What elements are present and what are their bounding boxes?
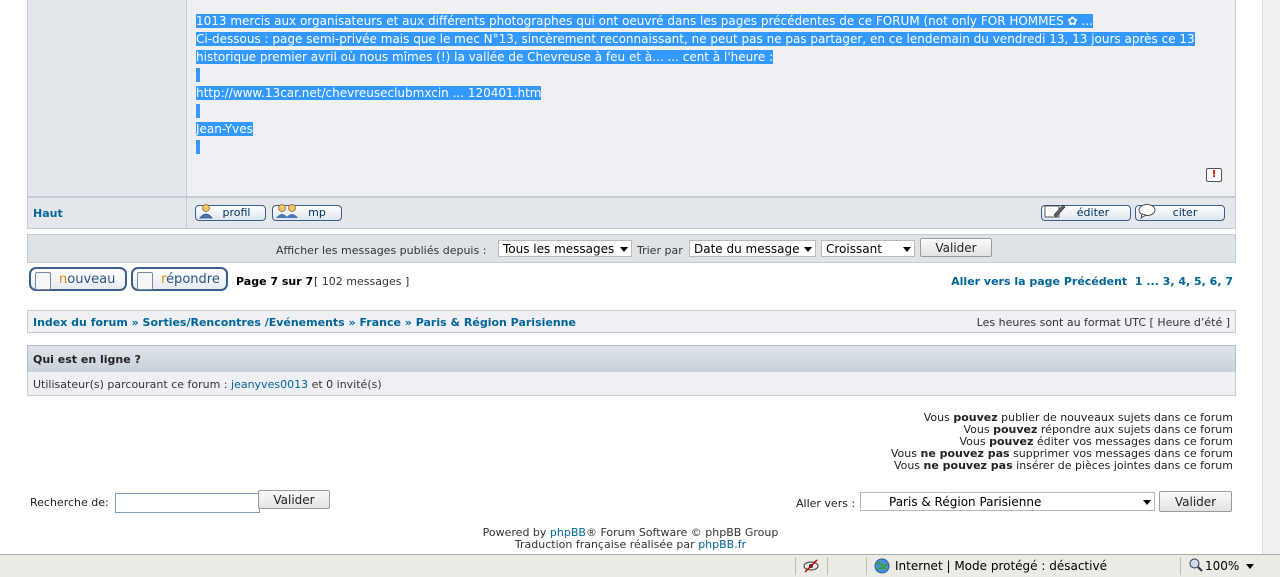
report-icon[interactable]: ! <box>1206 168 1222 182</box>
post-actions-bar: Haut profil mp éditer citer <box>27 197 1236 229</box>
smiley-icon: ✿ <box>1063 14 1078 28</box>
who-is-online-body: Utilisateur(s) parcourant ce forum : jea… <box>27 372 1236 396</box>
post-signature: Jean-Yves <box>196 122 253 136</box>
post-line-2: Ci-dessous : page semi-privée mais que l… <box>196 32 1195 46</box>
back-to-top-link[interactable]: Haut <box>33 207 63 220</box>
timezone-info: Les heures sont au format UTC [ Heure d’… <box>976 316 1230 329</box>
post-line-3: historique premier avril où nous mîmes (… <box>196 50 774 64</box>
phpbb-fr-link[interactable]: phpBB.fr <box>698 538 746 551</box>
breadcrumb-links[interactable]: Index du forum » Sorties/Rencontres /Evé… <box>33 316 576 329</box>
private-message-button[interactable]: mp <box>272 204 342 221</box>
edit-icon <box>1044 204 1066 218</box>
sort-label: Trier par <box>637 244 683 257</box>
post-line-1: 1013 mercis aux organisateurs et aux dif… <box>196 14 1064 28</box>
search-input[interactable] <box>115 493 260 513</box>
filter-submit-button[interactable]: Valider <box>920 238 992 257</box>
who-is-online-header: Qui est en ligne ? <box>27 345 1236 373</box>
order-select[interactable]: Croissant <box>821 240 915 257</box>
user-icon <box>199 204 213 219</box>
document-icon <box>137 272 153 290</box>
post-link[interactable]: http://www.13car.net/chevreuseclubmxcin … <box>196 86 542 100</box>
search-label: Recherche de: <box>30 496 109 509</box>
chevron-down-icon <box>620 247 628 252</box>
browser-status-bar: Internet | Mode protégé : désactivé 100% <box>0 554 1280 577</box>
globe-icon <box>874 558 890 574</box>
reply-button[interactable]: répondre <box>131 267 228 291</box>
search-submit-button[interactable]: Valider <box>258 490 330 509</box>
security-zone: Internet | Mode protégé : désactivé <box>895 559 1107 573</box>
jump-submit-button[interactable]: Valider <box>1159 491 1232 512</box>
zoom-level[interactable]: 100% <box>1205 559 1239 573</box>
profile-button[interactable]: profil <box>195 204 266 221</box>
messages-count: [ 102 messages ] <box>314 275 410 288</box>
chevron-down-icon <box>1143 500 1151 505</box>
new-topic-button[interactable]: nouveau <box>29 267 127 291</box>
who-is-online-title: Qui est en ligne ? <box>33 353 141 366</box>
post-author-column <box>28 0 187 196</box>
footer: Powered by phpBB® Forum Software © phpBB… <box>482 526 779 551</box>
post-message: 1013 mercis aux organisateurs et aux dif… <box>196 12 1216 156</box>
post-body: 1013 mercis aux organisateurs et aux dif… <box>27 0 1236 197</box>
document-icon <box>35 272 51 290</box>
edit-button[interactable]: éditer <box>1041 204 1131 221</box>
since-label: Afficher les messages publiés depuis : <box>276 244 487 257</box>
chevron-down-icon <box>804 247 812 252</box>
zoom-icon <box>1189 558 1203 572</box>
chevron-down-icon[interactable] <box>1246 564 1254 569</box>
jump-label: Aller vers : <box>796 497 856 510</box>
display-filter-bar: Afficher les messages publiés depuis : T… <box>27 234 1236 263</box>
forum-permissions: Vous pouvez publier de nouveaux sujets d… <box>890 411 1233 472</box>
online-user-link[interactable]: jeanyves0013 <box>231 378 308 391</box>
jump-select[interactable]: Paris & Région Parisienne <box>860 492 1155 511</box>
since-select[interactable]: Tous les messages <box>498 240 632 257</box>
post-line-1-suffix: ... <box>1077 14 1093 28</box>
chevron-down-icon <box>903 247 911 252</box>
quote-button[interactable]: citer <box>1135 204 1225 221</box>
privacy-eye-icon[interactable] <box>803 558 819 574</box>
quote-icon <box>1138 204 1156 219</box>
users-icon <box>276 204 298 218</box>
vertical-scrollbar[interactable] <box>1262 0 1280 554</box>
breadcrumb: Index du forum » Sorties/Rencontres /Evé… <box>27 310 1236 333</box>
sort-select[interactable]: Date du message <box>689 240 816 257</box>
pagination[interactable]: Aller vers la page Précédent 1 ... 3, 4,… <box>951 275 1233 288</box>
page-info: Page 7 sur 7 <box>236 275 314 288</box>
